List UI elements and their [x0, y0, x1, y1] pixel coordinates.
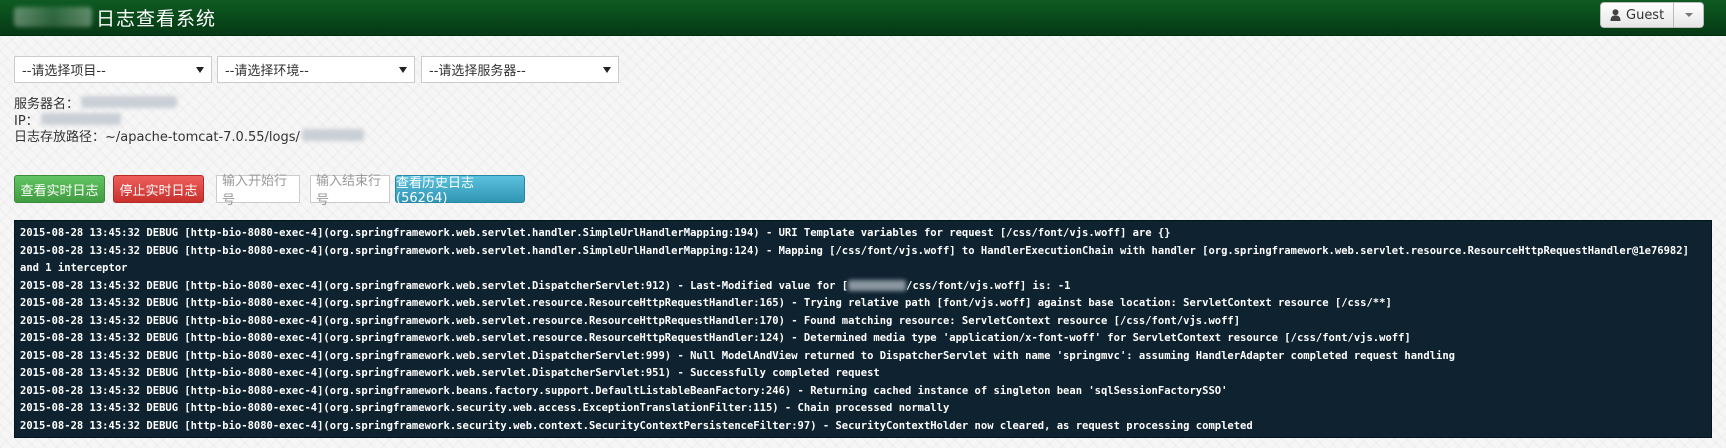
brand-blurred-name	[14, 7, 92, 27]
log-console[interactable]: 2015-08-28 13:45:32 DEBUG [http-bio-8080…	[14, 220, 1712, 438]
dropdown-arrow-icon	[399, 67, 407, 73]
server-select[interactable]: --请选择服务器--	[421, 56, 619, 83]
brand[interactable]: 日志查看系统	[14, 4, 216, 30]
log-line: 2015-08-28 13:45:32 DEBUG [http-bio-8080…	[20, 297, 1392, 309]
log-line: 2015-08-28 13:45:32 DEBUG [http-bio-8080…	[20, 349, 1455, 362]
user-icon	[1610, 9, 1621, 21]
log-line: 2015-08-28 13:45:32 DEBUG [http-bio-8080…	[20, 367, 880, 379]
app-title: 日志查看系统	[96, 7, 217, 30]
log-line: 2015-08-28 13:45:32 DEBUG [http-bio-8080…	[20, 278, 1707, 296]
dropdown-arrow-icon	[196, 67, 204, 73]
server-name-row: 服务器名：	[14, 93, 178, 112]
dropdown-arrow-icon	[603, 67, 611, 73]
view-history-log-button[interactable]: 查看历史日志(56264)	[395, 175, 525, 206]
view-realtime-log-button[interactable]: 查看实时日志	[14, 175, 105, 203]
redacted-host-blurred	[848, 280, 907, 291]
log-line-part: 2015-08-28 13:45:32 DEBUG [http-bio-8080…	[20, 279, 849, 292]
log-path-row: 日志存放路径：~/apache-tomcat-7.0.55/logs/	[14, 126, 364, 145]
top-navbar: 日志查看系统 Guest	[0, 0, 1726, 36]
log-line: 2015-08-28 13:45:32 DEBUG [http-bio-8080…	[20, 244, 1696, 275]
start-line-input[interactable]: 输入开始行号	[216, 174, 300, 208]
log-line: 2015-08-28 13:45:32 DEBUG [http-bio-8080…	[20, 227, 1171, 239]
ip-value-blurred	[40, 113, 121, 125]
end-line-input[interactable]: 输入结束行号	[310, 174, 390, 208]
project-select-value: --请选择项目--	[22, 64, 106, 79]
user-name: Guest	[1626, 7, 1665, 23]
environment-select[interactable]: --请选择环境--	[217, 56, 415, 83]
project-select[interactable]: --请选择项目--	[14, 56, 212, 83]
stop-realtime-log-button[interactable]: 停止实时日志	[113, 175, 204, 203]
user-dropdown-toggle[interactable]	[1674, 2, 1705, 28]
server-name-value-blurred	[81, 96, 178, 108]
log-path-value-blurred	[301, 129, 364, 141]
log-path-label: 日志存放路径：~/apache-tomcat-7.0.55/logs/	[14, 129, 300, 145]
log-line: 2015-08-28 13:45:32 DEBUG [http-bio-8080…	[20, 419, 1253, 432]
server-select-value: --请选择服务器--	[429, 64, 526, 79]
log-line: 2015-08-28 13:45:32 DEBUG [http-bio-8080…	[20, 314, 1241, 327]
log-line: 2015-08-28 13:45:32 DEBUG [http-bio-8080…	[20, 332, 1411, 344]
user-menu: Guest	[1600, 2, 1705, 28]
log-line-part: /css/font/vjs.woff] is: -1	[906, 279, 1071, 292]
environment-select-value: --请选择环境--	[225, 64, 309, 79]
log-line: 2015-08-28 13:45:32 DEBUG [http-bio-8080…	[20, 384, 1228, 397]
user-button[interactable]: Guest	[1600, 2, 1675, 28]
chevron-down-icon	[1684, 13, 1693, 17]
log-line: 2015-08-28 13:45:32 DEBUG [http-bio-8080…	[20, 402, 950, 414]
